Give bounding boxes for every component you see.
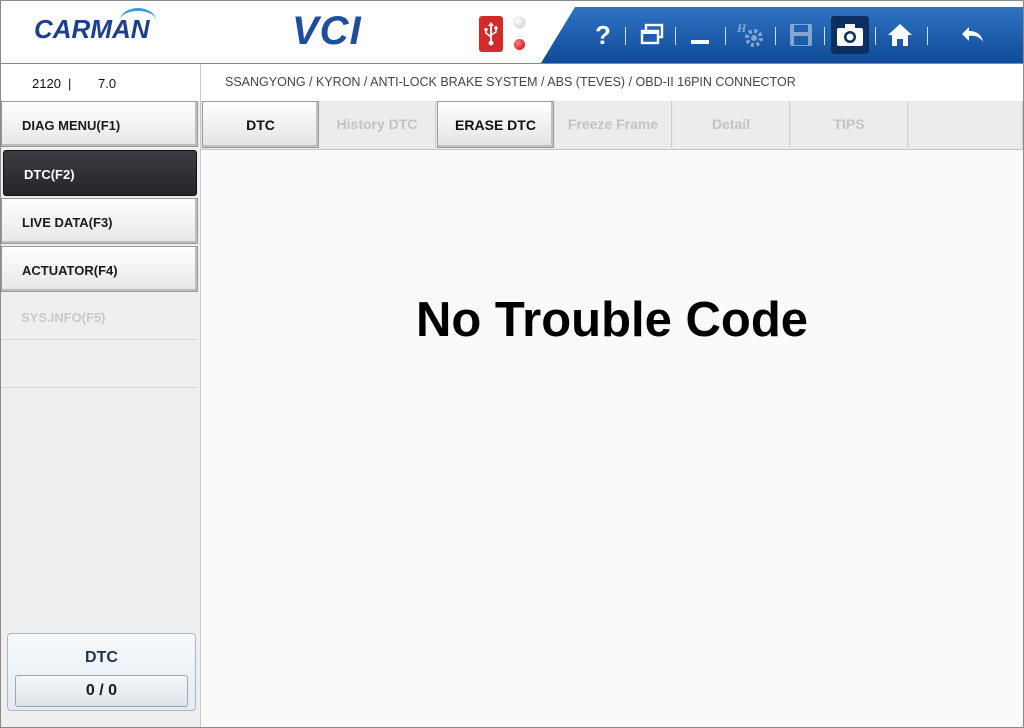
no-trouble-code-message: No Trouble Code <box>416 293 808 347</box>
vehicle-code: 2120 <box>32 76 61 91</box>
window-button[interactable] <box>634 17 670 53</box>
save-icon <box>790 24 812 46</box>
save-button[interactable] <box>783 17 819 53</box>
svg-text:H: H <box>736 21 747 35</box>
toolbar-separator <box>927 27 928 45</box>
toolbar-separator <box>725 27 726 45</box>
camera-icon <box>837 24 863 46</box>
toolbar-separator <box>875 27 876 45</box>
usb-icon <box>479 16 503 52</box>
app-window: CARMAN VCI ? H 2120 | 7.0 SSANGYONG / KY… <box>0 0 1024 728</box>
status-led-red <box>514 39 525 50</box>
tab-empty <box>909 101 1023 148</box>
home-icon <box>888 24 912 46</box>
h-settings-icon: H <box>736 21 763 47</box>
breadcrumb: SSANGYONG / KYRON / ANTI-LOCK BRAKE SYST… <box>225 75 796 89</box>
minimize-icon <box>691 40 709 44</box>
h-settings-button[interactable]: H <box>733 17 769 53</box>
back-button[interactable] <box>955 17 991 53</box>
header: CARMAN VCI ? H <box>1 1 1023 63</box>
sidebar-item-empty <box>1 342 198 388</box>
minimize-button[interactable] <box>682 17 718 53</box>
home-button[interactable] <box>882 17 918 53</box>
version-number: 7.0 <box>98 76 117 91</box>
sidebar-item-dtc[interactable]: DTC(F2) <box>3 150 197 196</box>
logo-arc <box>120 8 156 33</box>
vehicle-info: 2120 | 7.0 <box>1 64 201 101</box>
camera-button[interactable] <box>831 16 869 54</box>
sidebar-item-label: DTC(F2) <box>24 167 75 182</box>
sidebar: DIAG MENU(F1) DTC(F2) LIVE DATA(F3) ACTU… <box>1 101 201 727</box>
help-icon: ? <box>595 19 611 50</box>
sidebar-item-sys-info: SYS.INFO(F5) <box>1 294 198 340</box>
toolbar-separator <box>675 27 676 45</box>
sidebar-item-live-data[interactable]: LIVE DATA(F3) <box>1 198 198 244</box>
carman-logo: CARMAN <box>34 8 156 45</box>
main-content: No Trouble Code <box>201 150 1023 727</box>
sidebar-item-label: DIAG MENU(F1) <box>22 118 121 133</box>
sidebar-item-diag-menu[interactable]: DIAG MENU(F1) <box>1 101 198 147</box>
tab-bar: DTC History DTC ERASE DTC Freeze Frame D… <box>201 101 1023 150</box>
product-name: VCI <box>292 9 362 53</box>
toolbar-separator <box>625 27 626 45</box>
sidebar-item-label: LIVE DATA(F3) <box>22 215 113 230</box>
tab-erase-dtc[interactable]: ERASE DTC <box>437 101 554 148</box>
help-button[interactable]: ? <box>585 17 621 53</box>
dtc-summary-title: DTC <box>85 649 118 666</box>
tab-tips: TIPS <box>791 101 908 148</box>
window-icon <box>640 23 664 45</box>
tab-history-dtc: History DTC <box>319 101 436 148</box>
tab-dtc[interactable]: DTC <box>202 101 319 148</box>
sidebar-item-label: ACTUATOR(F4) <box>22 263 118 278</box>
status-led-white <box>514 17 525 28</box>
toolbar: ? H <box>541 7 1023 63</box>
toolbar-separator <box>775 27 776 45</box>
tab-freeze-frame: Freeze Frame <box>555 101 672 148</box>
dtc-count: 0 / 0 <box>15 675 188 707</box>
toolbar-separator <box>824 27 825 45</box>
dtc-summary: DTC 0 / 0 <box>7 633 196 711</box>
sidebar-item-actuator[interactable]: ACTUATOR(F4) <box>1 246 198 292</box>
sidebar-item-label: SYS.INFO(F5) <box>21 310 106 325</box>
back-icon <box>962 27 983 42</box>
info-separator: | <box>68 76 72 91</box>
tab-detail: Detail <box>673 101 790 148</box>
info-bar: 2120 | 7.0 SSANGYONG / KYRON / ANTI-LOCK… <box>1 63 1023 102</box>
